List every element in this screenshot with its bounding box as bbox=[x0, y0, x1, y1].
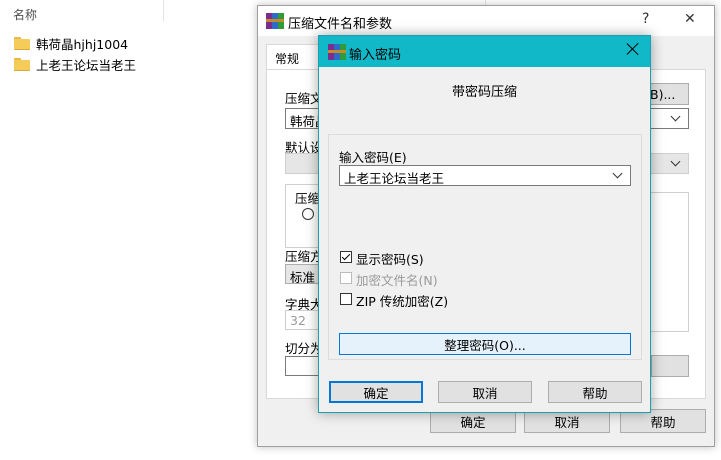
zip-legacy-checkbox[interactable] bbox=[340, 293, 352, 305]
enter-password-dialog: 输入密码 带密码压缩 输入密码(E) 上老王论坛当老王 显示密码(S) 加密文件… bbox=[318, 35, 651, 413]
organize-passwords-button[interactable]: 整理密码(O)... bbox=[339, 333, 631, 355]
format-radio[interactable] bbox=[302, 208, 314, 220]
help-button-label: 帮助 bbox=[650, 414, 676, 430]
list-item[interactable]: 韩荷晶hjhj1004 bbox=[14, 33, 128, 53]
password-dialog-title: 输入密码 bbox=[349, 48, 402, 63]
password-ok-button[interactable]: 确定 bbox=[329, 381, 423, 403]
tab-general[interactable]: 常规 bbox=[266, 44, 322, 70]
password-ok-label: 确定 bbox=[363, 385, 389, 401]
column-header-name[interactable]: 名称 bbox=[13, 6, 37, 23]
show-password-checkbox[interactable] bbox=[340, 251, 352, 263]
password-dialog-header: 带密码压缩 bbox=[451, 85, 517, 100]
password-dialog-titlebar[interactable]: 输入密码 bbox=[319, 36, 650, 67]
cancel-button-label: 取消 bbox=[554, 414, 580, 430]
enter-password-label: 输入密码(E) bbox=[339, 150, 407, 165]
column-separator[interactable] bbox=[163, 0, 164, 22]
file-name: 上老王论坛当老王 bbox=[36, 57, 137, 73]
organize-passwords-label: 整理密码(O)... bbox=[444, 337, 526, 353]
chevron-down-icon bbox=[612, 168, 623, 179]
browse-button[interactable]: B)... bbox=[645, 83, 689, 105]
dictionary-value: 32 bbox=[290, 313, 306, 328]
chevron-down-icon bbox=[670, 111, 681, 122]
archive-name-label: 压缩文 bbox=[285, 91, 323, 106]
zip-legacy-label[interactable]: ZIP 传统加密(Z) bbox=[356, 291, 448, 310]
password-cancel-label: 取消 bbox=[472, 385, 498, 401]
checkmark-icon bbox=[341, 251, 351, 261]
winrar-icon bbox=[266, 13, 284, 29]
password-help-label: 帮助 bbox=[582, 385, 608, 401]
list-item[interactable]: 上老王论坛当老王 bbox=[14, 54, 136, 74]
help-icon[interactable]: ? bbox=[642, 11, 649, 27]
chevron-down-icon bbox=[670, 156, 681, 167]
method-label: 压缩方 bbox=[285, 249, 323, 264]
close-icon[interactable]: ✕ bbox=[684, 11, 696, 27]
screen: 名称 韩荷晶hjhj1004 上老王论坛当老王 压缩文件名和参数 ? ✕ 常规 … bbox=[0, 0, 721, 460]
encrypt-filenames-checkbox[interactable] bbox=[340, 272, 352, 284]
split-button[interactable] bbox=[651, 355, 689, 377]
password-input[interactable]: 上老王论坛当老王 bbox=[339, 165, 631, 186]
ok-button-label: 确定 bbox=[460, 414, 486, 430]
method-value: 标准 bbox=[290, 270, 316, 284]
archive-dialog-titlebar[interactable]: 压缩文件名和参数 ? ✕ bbox=[258, 6, 714, 36]
password-value: 上老王论坛当老王 bbox=[344, 171, 445, 186]
file-name: 韩荷晶hjhj1004 bbox=[36, 36, 129, 52]
winrar-icon bbox=[328, 44, 346, 60]
password-help-button[interactable]: 帮助 bbox=[548, 381, 642, 403]
encrypt-filenames-label[interactable]: 加密文件名(N) bbox=[356, 270, 438, 289]
folder-icon bbox=[14, 36, 30, 50]
password-cancel-button[interactable]: 取消 bbox=[438, 381, 532, 403]
archive-dialog-title: 压缩文件名和参数 bbox=[288, 17, 393, 32]
close-icon[interactable] bbox=[626, 42, 640, 56]
split-label: 切分为 bbox=[285, 341, 323, 356]
show-password-label[interactable]: 显示密码(S) bbox=[356, 249, 424, 268]
browse-button-label: B)... bbox=[650, 86, 676, 102]
folder-icon bbox=[14, 57, 30, 71]
